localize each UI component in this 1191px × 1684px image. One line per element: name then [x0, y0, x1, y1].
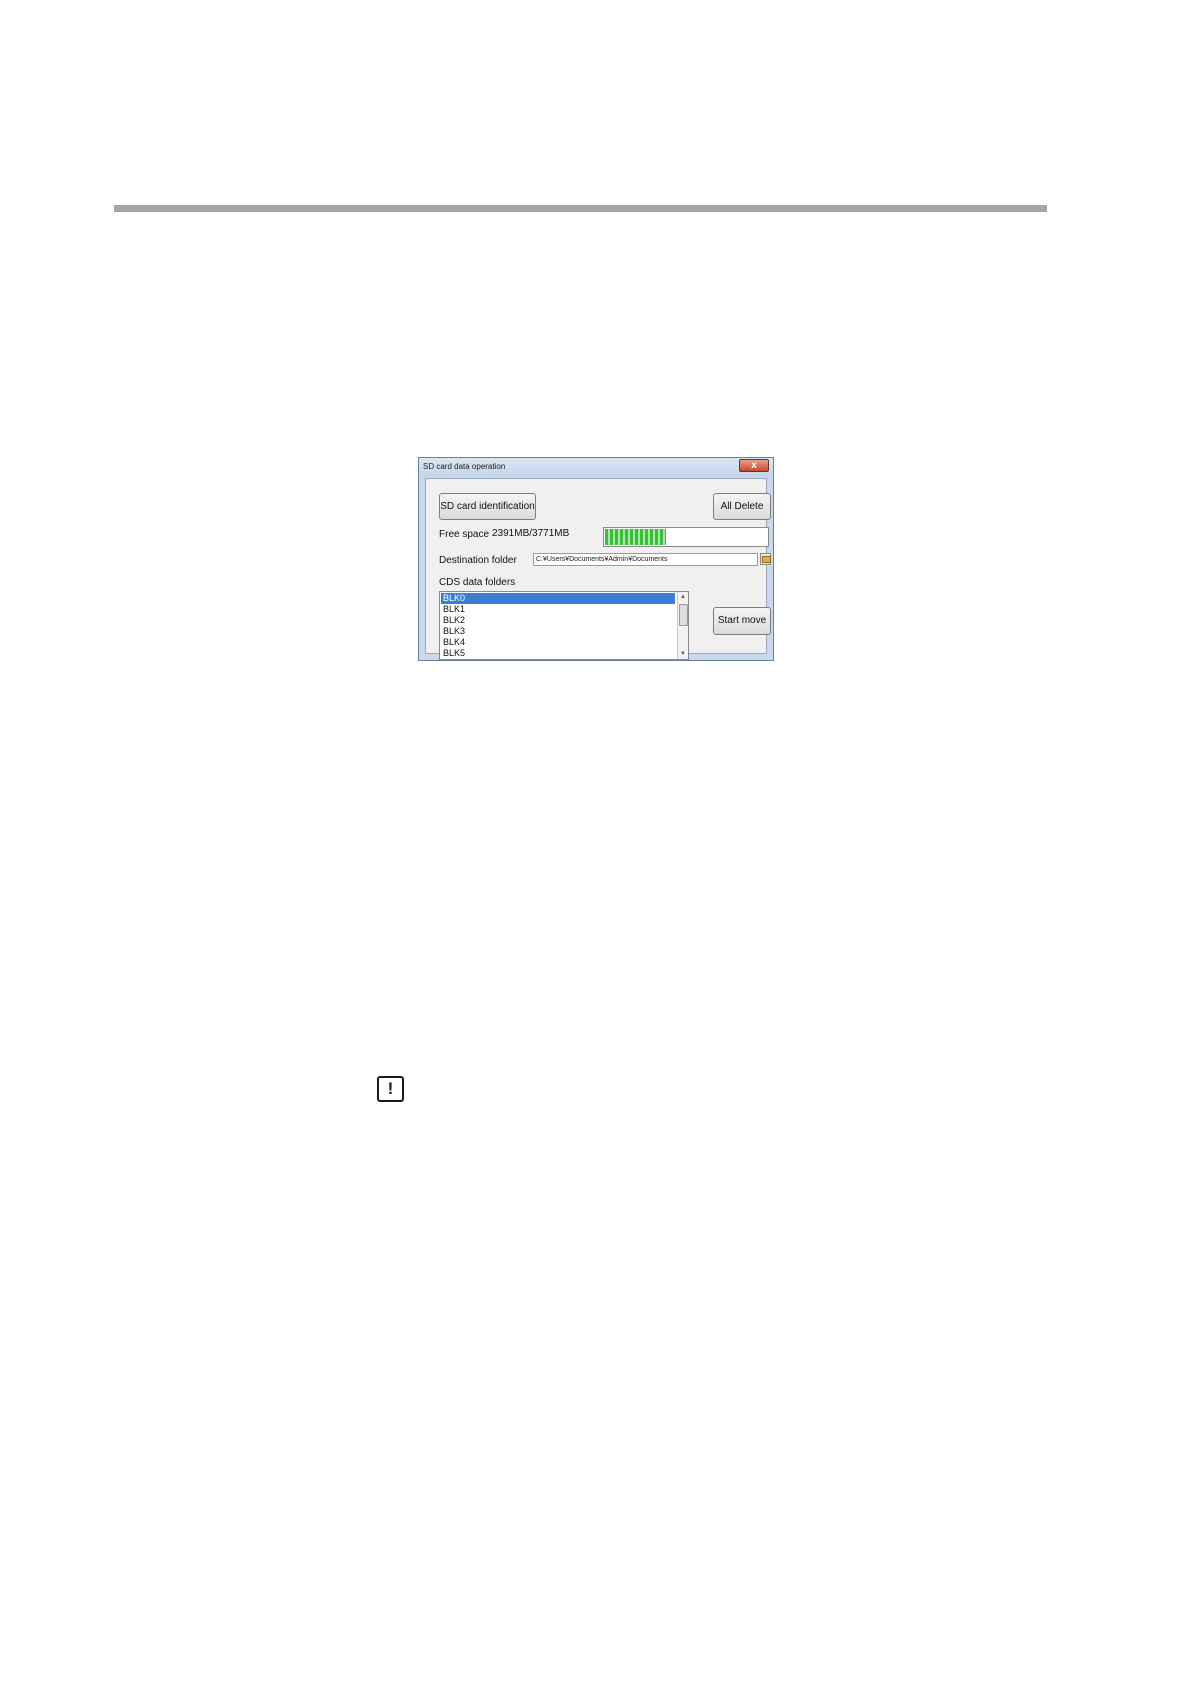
- list-item[interactable]: BLK5: [441, 648, 675, 659]
- start-move-button[interactable]: Start move: [713, 607, 771, 635]
- scroll-up-arrow-icon[interactable]: ▲: [678, 592, 688, 602]
- free-space-value: 2391MB/3771MB: [492, 528, 570, 539]
- header-rule: [114, 205, 1047, 212]
- list-item[interactable]: BLK4: [441, 637, 675, 648]
- progress-fill: [605, 529, 666, 545]
- warning-icon: !: [377, 1076, 404, 1102]
- list-item[interactable]: BLK2: [441, 615, 675, 626]
- list-item[interactable]: BLK0: [441, 593, 675, 604]
- close-button[interactable]: x: [739, 459, 769, 472]
- free-space-label: Free space: [439, 529, 490, 540]
- sd-card-dialog: SD card data operation x SD card identif…: [418, 457, 774, 661]
- list-item[interactable]: BLK3: [441, 626, 675, 637]
- dialog-title: SD card data operation: [423, 462, 506, 471]
- destination-folder-label: Destination folder: [439, 555, 517, 566]
- close-icon: x: [751, 460, 757, 471]
- free-space-progress-bar: [603, 527, 769, 547]
- listbox-scrollbar[interactable]: ▲ ▼: [677, 592, 688, 659]
- cds-folders-listbox[interactable]: ▲ ▼ BLK0 BLK1 BLK2 BLK3 BLK4 BLK5: [439, 591, 689, 660]
- dialog-client-area: SD card identification All Delete Free s…: [425, 478, 771, 660]
- scroll-thumb[interactable]: [679, 604, 688, 626]
- folder-icon: [762, 556, 771, 563]
- browse-folder-button[interactable]: [760, 553, 771, 565]
- scroll-down-arrow-icon[interactable]: ▼: [678, 649, 688, 659]
- destination-folder-input[interactable]: C:¥Users¥Documents¥Admin¥Documents: [533, 553, 758, 566]
- all-delete-button[interactable]: All Delete: [713, 493, 771, 520]
- list-item[interactable]: BLK1: [441, 604, 675, 615]
- cds-data-folders-label: CDS data folders: [439, 577, 516, 588]
- sd-card-identification-button[interactable]: SD card identification: [439, 493, 536, 520]
- dialog-titlebar[interactable]: SD card data operation x: [419, 458, 773, 477]
